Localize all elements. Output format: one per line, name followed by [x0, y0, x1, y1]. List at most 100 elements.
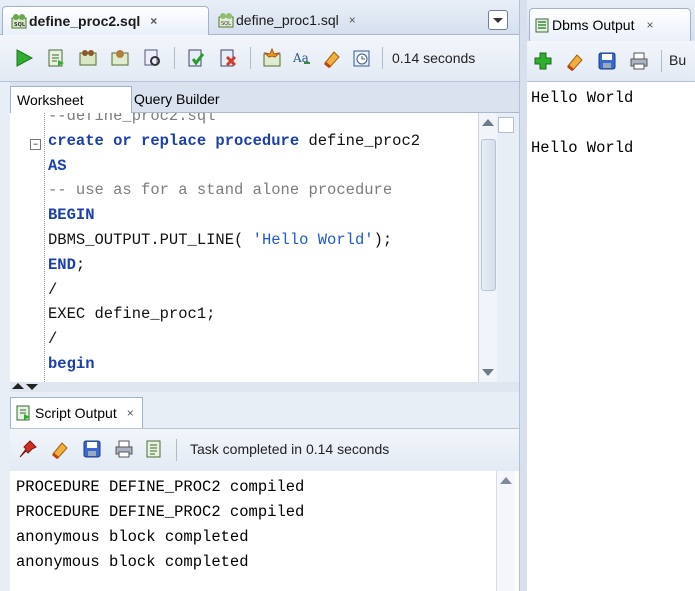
editor-tab-bar: SQL define_proc2.sql × SQL define_proc1.… [0, 0, 519, 35]
close-icon[interactable]: × [150, 14, 157, 28]
sql-file-icon: SQL [218, 13, 234, 28]
output-line: anonymous block completed [16, 528, 249, 546]
code-token: create or replace procedure [48, 131, 300, 150]
close-icon[interactable]: × [646, 18, 653, 32]
sql-file-icon: SQL [11, 14, 27, 29]
pane-splitter[interactable] [10, 382, 519, 392]
tab-define-proc2[interactable]: SQL define_proc2.sql × [2, 6, 209, 35]
scroll-down-icon[interactable] [482, 369, 494, 376]
script-output-icon [16, 405, 30, 421]
tab-worksheet[interactable]: Worksheet [10, 86, 132, 113]
explain-plan-icon[interactable] [110, 48, 130, 68]
code-line: -- use as for a stand alone procedure [48, 178, 392, 202]
code-line: begin [48, 352, 95, 376]
buffer-size-label: Bu [669, 52, 687, 68]
save-icon[interactable] [82, 439, 102, 459]
tab-script-output[interactable]: Script Output × [10, 397, 143, 428]
tab-label: Query Builder [134, 91, 220, 107]
code-line: --define_proc2.sql [48, 113, 215, 128]
code-token: / [48, 280, 58, 299]
code-token: ); [373, 231, 393, 249]
code-token: END [48, 255, 76, 274]
split-editor-corner-button[interactable] [498, 117, 514, 133]
output-vertical-scrollbar[interactable] [496, 471, 515, 591]
print-icon[interactable] [629, 51, 649, 71]
run-script-icon[interactable] [46, 48, 66, 68]
tab-define-proc1[interactable]: SQL define_proc1.sql × [214, 6, 394, 34]
code-token: 'Hello World' [252, 231, 374, 249]
toolbar-separator [382, 47, 383, 69]
toolbar-separator [174, 47, 175, 69]
svg-text:SQL: SQL [221, 21, 231, 27]
scroll-up-icon[interactable] [482, 119, 494, 126]
rollback-icon[interactable] [218, 48, 238, 68]
code-token: AS [48, 156, 67, 175]
code-line: create or replace procedure define_proc2 [48, 129, 420, 153]
code-token: define_proc2 [299, 131, 421, 150]
tab-label: Worksheet [17, 92, 84, 108]
output-line: PROCEDURE DEFINE_PROC2 compiled [16, 503, 305, 521]
toolbar-separator [250, 47, 251, 69]
code-line: DBMS_OUTPUT.PUT_LINE( 'Hello World'); [48, 228, 392, 252]
editor-vertical-scrollbar[interactable] [478, 113, 497, 382]
fold-toggle-icon[interactable]: − [30, 139, 41, 150]
output-line: Hello World [531, 139, 634, 157]
output-line: PROCEDURE DEFINE_PROC2 compiled [16, 478, 305, 496]
code-line: EXEC define_proc1; [48, 302, 215, 326]
tab-label: define_proc2.sql [29, 13, 141, 29]
code-token: begin [48, 355, 95, 373]
code-token: ; [75, 255, 86, 274]
editor-gutter: − [10, 113, 45, 382]
pin-icon[interactable] [18, 439, 38, 459]
sql-history-icon[interactable] [352, 48, 372, 68]
tab-query-builder[interactable]: Query Builder [128, 86, 226, 112]
code-token: --define_proc2.sql [48, 113, 216, 125]
output-line: Hello World [531, 89, 634, 107]
toolbar-separator [176, 439, 177, 461]
dbms-output-text: Hello World Hello World [527, 82, 695, 591]
print-icon[interactable] [114, 439, 134, 459]
svg-text:SQL: SQL [14, 22, 26, 28]
save-icon[interactable] [597, 51, 617, 71]
scrollbar-thumb[interactable] [481, 139, 496, 291]
run-statement-icon[interactable] [14, 48, 34, 68]
code-token: -- use as for a stand alone procedure [48, 181, 393, 200]
worksheet-subtab-bar: Worksheet Query Builder [10, 82, 519, 113]
expand-down-icon[interactable] [26, 384, 38, 390]
tab-dbms-output[interactable]: Dbms Output × [529, 8, 691, 41]
editor-toolbar: Aa 0.14 seconds [0, 35, 519, 82]
sql-editor[interactable]: − --define_proc2.sqlcreate or replace pr… [10, 113, 496, 382]
add-connection-icon[interactable] [533, 51, 553, 71]
output-line: anonymous block completed [16, 553, 249, 571]
sql-tuning-icon[interactable] [142, 48, 162, 68]
code-token: EXEC define_proc1; [48, 305, 216, 324]
tab-label: Script Output [35, 405, 117, 421]
tab-label: Dbms Output [552, 17, 635, 33]
dbms-output-icon [535, 18, 549, 33]
chevron-down-icon [493, 18, 503, 23]
tab-label: define_proc1.sql [236, 12, 339, 28]
code-line: / [48, 278, 57, 302]
expand-up-icon[interactable] [12, 383, 24, 389]
code-line: / [48, 327, 57, 351]
close-icon[interactable]: × [349, 13, 356, 27]
close-icon[interactable]: × [127, 406, 134, 420]
script-output-text: PROCEDURE DEFINE_PROC2 compiled PROCEDUR… [10, 471, 519, 591]
autotrace-icon[interactable] [78, 48, 98, 68]
clear-eraser-icon[interactable] [322, 48, 342, 68]
toolbar-separator [661, 50, 662, 72]
task-status-label: Task completed in 0.14 seconds [190, 441, 390, 457]
unshared-sql-worksheet-icon[interactable] [262, 48, 282, 68]
code-token: / [48, 330, 58, 349]
clear-eraser-icon[interactable] [50, 439, 70, 459]
clear-eraser-icon[interactable] [565, 51, 585, 71]
code-line: BEGIN [48, 203, 95, 227]
document-icon[interactable] [144, 439, 164, 459]
tab-list-dropdown-button[interactable] [488, 10, 508, 30]
scroll-up-icon[interactable] [500, 477, 512, 484]
to-upper-lower-icon[interactable]: Aa [292, 48, 312, 68]
code-token: BEGIN [48, 206, 95, 225]
commit-icon[interactable] [186, 48, 206, 68]
code-token: DBMS_OUTPUT.PUT_LINE( [48, 231, 253, 249]
code-line: END; [48, 253, 85, 277]
